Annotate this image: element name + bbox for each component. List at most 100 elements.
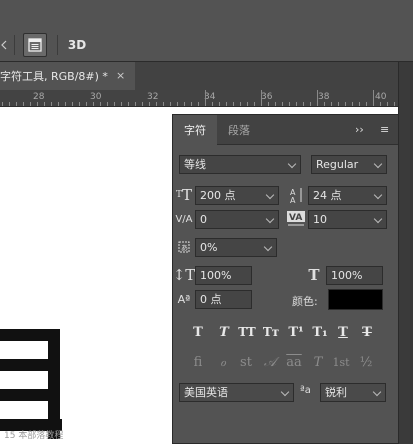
all-caps-button[interactable]: TT bbox=[236, 321, 258, 343]
opentype-buttons: fi ℴ st 𝒜 aa T 1st ½ bbox=[173, 351, 398, 373]
stylistic-alternates-button[interactable]: aa bbox=[283, 351, 305, 373]
superscript-button[interactable]: T¹ bbox=[285, 321, 307, 343]
strikethrough-button[interactable]: T bbox=[356, 321, 378, 343]
ruler-label: 30 bbox=[90, 92, 102, 102]
chevron-left-icon[interactable] bbox=[0, 36, 8, 54]
ligatures-button[interactable]: fi bbox=[187, 351, 209, 373]
ruler-tick bbox=[205, 90, 206, 106]
horizontal-scale-icon: T bbox=[308, 266, 320, 284]
ruler-tick bbox=[135, 102, 136, 106]
svg-text:A: A bbox=[290, 196, 296, 204]
ruler-tick bbox=[366, 102, 367, 106]
old-style-button[interactable]: ℴ bbox=[212, 351, 234, 373]
ruler-tick bbox=[23, 102, 24, 106]
ruler-tick bbox=[338, 102, 339, 106]
tab-character[interactable]: 字符 bbox=[173, 115, 217, 145]
ruler-tick bbox=[86, 102, 87, 106]
ruler-tick bbox=[352, 102, 353, 106]
ordinals-button[interactable]: 1st bbox=[330, 351, 352, 373]
ruler-tick bbox=[93, 102, 94, 106]
tracking-select[interactable]: 10 bbox=[308, 210, 387, 229]
watermark-text: 15 本部落教程 bbox=[4, 431, 64, 441]
faux-italic-button[interactable]: T bbox=[213, 321, 235, 343]
ruler-tick bbox=[226, 102, 227, 106]
font-size-icon: TT bbox=[175, 186, 193, 204]
toolbar-separator bbox=[14, 35, 15, 55]
ruler-tick bbox=[30, 102, 31, 106]
font-family-select[interactable]: 等线 bbox=[179, 155, 301, 174]
ruler-tick bbox=[359, 102, 360, 106]
ruler-tick bbox=[156, 102, 157, 106]
ruler-tick bbox=[268, 102, 269, 106]
tsume-icon: あ bbox=[174, 237, 194, 257]
ruler-tick bbox=[233, 102, 234, 106]
horizontal-scale-input[interactable]: 100% bbox=[326, 266, 383, 285]
leading-input[interactable]: 24 点 bbox=[308, 186, 387, 205]
toolbar-separator bbox=[57, 35, 58, 55]
ruler-tick bbox=[142, 102, 143, 106]
ruler-tick bbox=[373, 90, 374, 106]
character-panel-toggle-button[interactable] bbox=[23, 33, 47, 57]
ruler-tick bbox=[16, 102, 17, 106]
text-color-swatch[interactable] bbox=[328, 289, 383, 310]
ruler-tick bbox=[149, 102, 150, 106]
ruler-tick bbox=[65, 102, 66, 106]
antialias-icon: ªa bbox=[300, 385, 311, 396]
ruler-tick bbox=[219, 102, 220, 106]
ruler-label: 28 bbox=[33, 92, 45, 102]
panel-menu-icon[interactable]: ≡ bbox=[380, 123, 389, 136]
ruler-tick bbox=[58, 102, 59, 106]
faux-bold-button[interactable]: T bbox=[187, 321, 209, 343]
3d-button[interactable]: 3D bbox=[64, 36, 90, 54]
ruler-tick bbox=[44, 102, 45, 106]
titling-alternates-button[interactable]: T bbox=[307, 351, 329, 373]
ruler-tick bbox=[254, 102, 255, 106]
leading-icon: AA bbox=[286, 185, 306, 205]
ruler-tick bbox=[324, 102, 325, 106]
discretionary-ligatures-button[interactable]: st bbox=[235, 351, 257, 373]
small-caps-button[interactable]: Tт bbox=[260, 321, 282, 343]
ruler-tick bbox=[240, 102, 241, 106]
ruler-tick bbox=[107, 102, 108, 106]
kerning-select[interactable]: 0 bbox=[195, 210, 279, 229]
ruler-tick bbox=[79, 102, 80, 106]
ruler-tick bbox=[2, 102, 3, 106]
baseline-shift-input[interactable]: 0 点 bbox=[195, 290, 252, 309]
right-dock-strip[interactable] bbox=[398, 62, 413, 444]
ruler-tick bbox=[394, 102, 395, 106]
font-style-select[interactable]: Regular bbox=[311, 155, 387, 174]
fractions-button[interactable]: ½ bbox=[355, 351, 377, 373]
ruler-tick bbox=[310, 102, 311, 106]
ruler-tick bbox=[198, 102, 199, 106]
underline-button[interactable]: T bbox=[332, 321, 354, 343]
font-size-input[interactable]: 200 点 bbox=[195, 186, 279, 205]
language-select[interactable]: 美国英语 bbox=[179, 383, 294, 402]
ruler-tick bbox=[191, 102, 192, 106]
subscript-button[interactable]: T₁ bbox=[309, 321, 331, 343]
ruler-tick bbox=[289, 102, 290, 106]
swash-button[interactable]: 𝒜 bbox=[259, 351, 281, 373]
color-label: 颜色: bbox=[292, 295, 318, 308]
tab-paragraph[interactable]: 段落 bbox=[217, 115, 261, 145]
ruler-tick bbox=[9, 102, 10, 106]
tsume-select[interactable]: 0% bbox=[195, 238, 277, 257]
ruler-tick bbox=[170, 102, 171, 106]
antialias-select[interactable]: 锐利 bbox=[320, 383, 386, 402]
vertical-scale-icon: ↕T bbox=[172, 266, 196, 284]
horizontal-ruler: 28 30 32 34 36 38 40 bbox=[0, 90, 398, 107]
document-tab-title: 字符工具, RGB/8#) * bbox=[0, 70, 108, 83]
ruler-tick bbox=[247, 102, 248, 106]
ruler-tick bbox=[72, 102, 73, 106]
document-tab[interactable]: 字符工具, RGB/8#) * bbox=[0, 62, 135, 90]
ruler-label: 36 bbox=[261, 92, 273, 102]
panel-tab-bar: 字符 段落 ›› ≡ bbox=[173, 115, 398, 145]
ruler-tick bbox=[303, 102, 304, 106]
collapse-panel-button[interactable]: ›› bbox=[355, 123, 364, 136]
vertical-scale-input[interactable]: 100% bbox=[195, 266, 252, 285]
ruler-tick bbox=[114, 102, 115, 106]
baseline-shift-icon: Aª bbox=[177, 292, 191, 306]
ruler-label: 40 bbox=[375, 92, 387, 102]
canvas-text-glyph bbox=[0, 329, 66, 444]
ruler-tick bbox=[331, 102, 332, 106]
close-icon[interactable]: × bbox=[116, 69, 125, 82]
